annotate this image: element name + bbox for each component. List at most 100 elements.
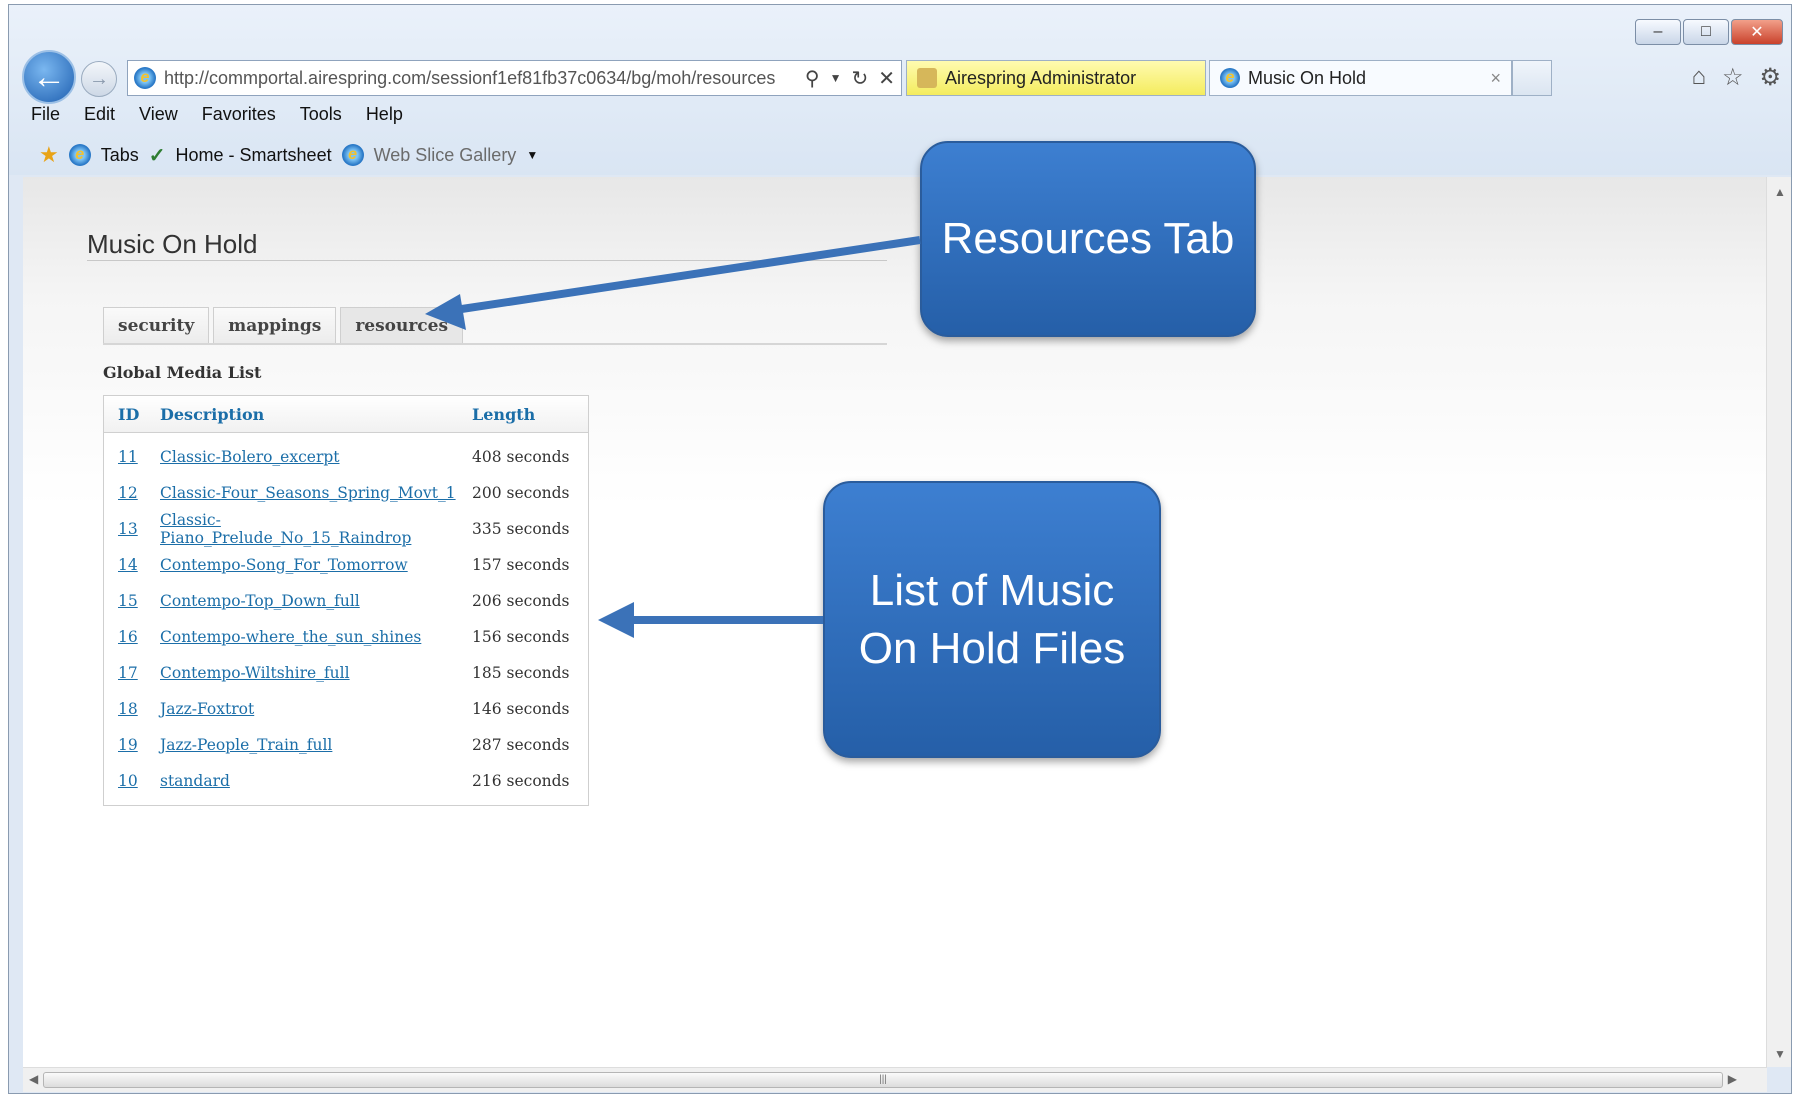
table-row: 16 Contempo-where_the_sun_shines 156 secon…: [104, 619, 588, 655]
table-row: 13 Classic-Piano_Prelude_No_15_Raindrop 33…: [104, 511, 588, 547]
media-description-link[interactable]: Classic-Bolero_excerpt: [160, 448, 340, 466]
table-row: 11 Classic-Bolero_excerpt 408 seconds: [104, 439, 588, 475]
new-tab-button[interactable]: [1512, 60, 1552, 96]
callout-music-line2: On Hold Files: [858, 623, 1126, 673]
back-button[interactable]: ←: [22, 50, 76, 104]
media-id-link[interactable]: 15: [118, 592, 138, 610]
search-icon[interactable]: ⚲: [805, 66, 820, 91]
media-description-link[interactable]: Contempo-Song_For_Tomorrow: [160, 556, 408, 574]
table-body: 11 Classic-Bolero_excerpt 408 seconds 12 Cl…: [104, 433, 588, 805]
menu-favorites[interactable]: Favorites: [202, 104, 276, 125]
close-window-button[interactable]: ✕: [1731, 19, 1783, 45]
header-length: Length: [472, 404, 536, 424]
browser-right-icons: ⌂ ☆ ⚙: [1691, 63, 1781, 92]
media-length: 206 seconds: [472, 592, 570, 610]
back-arrow-icon: ←: [32, 57, 66, 96]
tab-label: Airespring Administrator: [945, 67, 1137, 88]
window-controls: – □ ✕: [1635, 19, 1783, 45]
add-favorites-icon[interactable]: ★: [39, 142, 59, 168]
ie-page-icon: e: [68, 144, 91, 166]
tab-music-on-hold[interactable]: e Music On Hold ×: [1209, 60, 1512, 96]
media-description-link[interactable]: Classic-Piano_Prelude_No_15_Raindrop: [160, 511, 411, 547]
table-row: 17 Contempo-Wiltshire_full 185 seconds: [104, 655, 588, 691]
ie-page-icon: e: [134, 67, 156, 89]
media-id-link[interactable]: 12: [118, 484, 138, 502]
tab-mappings[interactable]: mappings: [213, 307, 337, 343]
media-id-link[interactable]: 17: [118, 664, 138, 682]
chevron-down-icon[interactable]: ▼: [526, 148, 538, 162]
ie-page-icon: e: [341, 144, 364, 166]
favorites-bar: ★ e Tabs ✓ Home - Smartsheet e Web Slice…: [39, 142, 538, 168]
media-length: 335 seconds: [472, 520, 570, 538]
vertical-scrollbar[interactable]: ▲ ▼: [1766, 177, 1791, 1067]
horizontal-scrollbar[interactable]: ◀ ||| ▶: [23, 1067, 1767, 1092]
media-id-link[interactable]: 16: [118, 628, 138, 646]
media-id-link[interactable]: 19: [118, 736, 138, 754]
menu-help[interactable]: Help: [366, 104, 403, 125]
checkmark-icon: ✓: [148, 144, 166, 167]
media-id-link[interactable]: 14: [118, 556, 138, 574]
tab-resources[interactable]: resources: [340, 307, 464, 343]
media-length: 408 seconds: [472, 448, 570, 466]
address-bar[interactable]: e http://commportal.airespring.com/sessi…: [127, 60, 902, 96]
media-id-link[interactable]: 13: [118, 520, 138, 538]
maximize-button[interactable]: □: [1683, 19, 1729, 45]
media-id-link[interactable]: 10: [118, 772, 138, 790]
callout-music-list: List of Music On Hold Files: [823, 481, 1161, 758]
table-header: ID Description Length: [104, 396, 588, 433]
media-id-link[interactable]: 11: [118, 448, 138, 466]
scroll-thumb[interactable]: |||: [43, 1072, 1723, 1088]
scroll-up-icon[interactable]: ▲: [1774, 185, 1786, 199]
forward-arrow-icon: →: [89, 67, 109, 90]
close-tab-icon[interactable]: ×: [1490, 68, 1501, 89]
tab-security[interactable]: security: [103, 307, 210, 343]
minimize-button[interactable]: –: [1635, 19, 1681, 45]
refresh-icon[interactable]: ↻: [851, 66, 868, 91]
fav-home-smartsheet-link[interactable]: Home - Smartsheet: [176, 145, 332, 166]
address-url[interactable]: http://commportal.airespring.com/session…: [164, 68, 799, 89]
media-length: 216 seconds: [472, 772, 570, 790]
ie-page-icon: e: [1220, 68, 1240, 88]
tab-airespring-administrator[interactable]: Airespring Administrator: [906, 60, 1206, 96]
menu-view[interactable]: View: [139, 104, 178, 125]
home-icon[interactable]: ⌂: [1691, 63, 1706, 92]
title-divider: [87, 260, 887, 261]
media-description-link[interactable]: Contempo-where_the_sun_shines: [160, 628, 421, 646]
callout-resources-tab: Resources Tab: [920, 141, 1256, 337]
media-description-link[interactable]: Contempo-Wiltshire_full: [160, 664, 350, 682]
scroll-right-icon[interactable]: ▶: [1728, 1072, 1737, 1086]
address-tools: ⚲ ▼ ↻ ✕: [805, 66, 895, 91]
media-length: 287 seconds: [472, 736, 570, 754]
fav-tabs-link[interactable]: Tabs: [101, 145, 139, 166]
page-title: Music On Hold: [87, 229, 258, 259]
media-description-link[interactable]: Classic-Four_Seasons_Spring_Movt_1: [160, 484, 456, 502]
header-description: Description: [160, 404, 265, 424]
media-length: 185 seconds: [472, 664, 570, 682]
media-description-link[interactable]: Jazz-Foxtrot: [160, 700, 254, 718]
table-row: 10 standard 216 seconds: [104, 763, 588, 799]
media-length: 156 seconds: [472, 628, 570, 646]
callout-resources-text: Resources Tab: [941, 214, 1235, 264]
media-description-link[interactable]: standard: [160, 772, 230, 790]
callout-music-line1: List of Music: [869, 566, 1115, 616]
gear-icon[interactable]: ⚙: [1759, 63, 1781, 92]
table-row: 19 Jazz-People_Train_full 287 seconds: [104, 727, 588, 763]
menu-tools[interactable]: Tools: [300, 104, 342, 125]
favorites-star-icon[interactable]: ☆: [1722, 63, 1744, 92]
stop-icon[interactable]: ✕: [878, 66, 895, 91]
media-description-link[interactable]: Jazz-People_Train_full: [160, 736, 332, 754]
scroll-down-icon[interactable]: ▼: [1774, 1047, 1786, 1061]
menu-edit[interactable]: Edit: [84, 104, 115, 125]
dropdown-icon[interactable]: ▼: [830, 71, 842, 85]
header-id: ID: [118, 404, 140, 424]
menu-file[interactable]: File: [31, 104, 60, 125]
scroll-left-icon[interactable]: ◀: [29, 1072, 38, 1086]
browser-chrome: – □ ✕ ← → e http://commportal.airespring…: [9, 5, 1791, 175]
media-id-link[interactable]: 18: [118, 700, 138, 718]
media-description-link[interactable]: Contempo-Top_Down_full: [160, 592, 360, 610]
fav-web-slice-gallery-link[interactable]: Web Slice Gallery: [374, 145, 517, 166]
media-length: 146 seconds: [472, 700, 570, 718]
tab-label: Music On Hold: [1248, 67, 1367, 88]
media-length: 200 seconds: [472, 484, 570, 502]
forward-button[interactable]: →: [81, 61, 117, 97]
